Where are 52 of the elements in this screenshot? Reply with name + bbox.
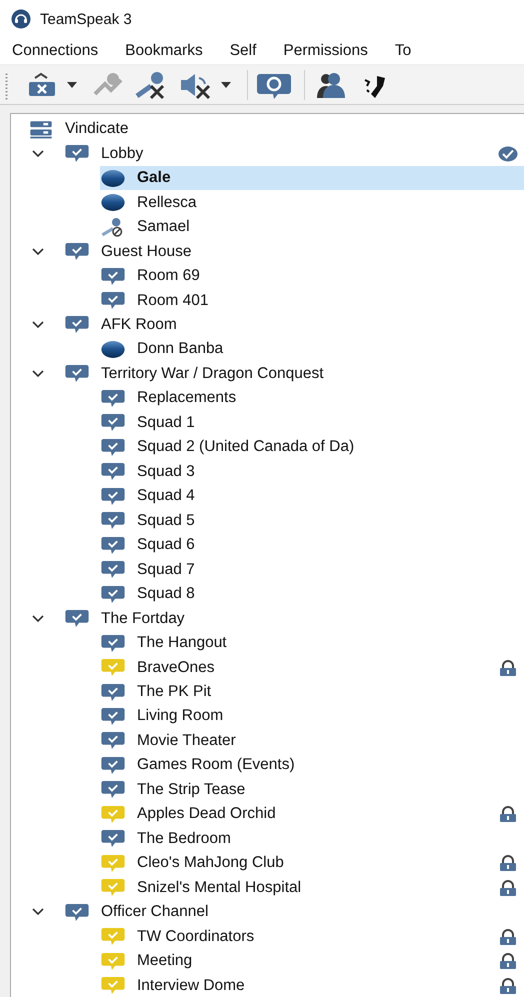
channel-item[interactable]: Replacements xyxy=(100,386,524,411)
chevron-icon[interactable] xyxy=(32,614,44,623)
client-item[interactable]: Gale xyxy=(100,166,524,190)
menu-item[interactable]: Bookmarks xyxy=(125,42,203,60)
channel-item[interactable]: Squad 5 xyxy=(100,508,524,533)
server-item[interactable]: Vindicate xyxy=(28,117,524,142)
channel-item[interactable]: Meeting xyxy=(100,948,524,974)
channel-item[interactable]: Movie Theater xyxy=(100,728,524,754)
channel-item[interactable]: The Fortday xyxy=(64,606,524,631)
chevron-icon[interactable] xyxy=(32,150,44,158)
channel-item[interactable]: Squad 4 xyxy=(100,484,524,508)
channel-item[interactable]: Squad 7 xyxy=(100,557,524,582)
channel-item[interactable]: The Strip Tease xyxy=(100,778,524,802)
channel-item[interactable]: Squad 8 xyxy=(100,582,524,606)
channel-item[interactable]: AFK Room xyxy=(64,312,524,338)
client-item[interactable]: Donn Banba xyxy=(100,337,524,362)
channel-item[interactable]: Room 69 xyxy=(100,264,524,288)
caret-icon[interactable] xyxy=(67,82,77,88)
channel-item[interactable]: BraveOnes xyxy=(100,655,524,680)
channel-item[interactable]: Apples Dead Orchid xyxy=(100,802,524,827)
window-title: TeamSpeak 3 xyxy=(40,10,132,28)
channel-item[interactable]: The Bedroom xyxy=(100,826,524,852)
menu-item[interactable]: To xyxy=(394,42,412,60)
channel-item[interactable]: Officer Channel xyxy=(64,900,524,924)
menu-item[interactable]: Self xyxy=(230,42,256,60)
channel-item[interactable]: Cleo's MahJong Club xyxy=(100,851,524,876)
menu-item[interactable]: Permissions xyxy=(283,42,368,60)
channel-item[interactable]: Squad 3 xyxy=(100,460,524,484)
server-icon xyxy=(28,120,54,139)
channel-item[interactable]: Snizel's Mental Hospital xyxy=(100,876,524,900)
client-item[interactable]: Rellesca xyxy=(100,190,524,215)
channel-item[interactable]: Guest House xyxy=(64,239,524,264)
channel-item[interactable]: TW Coordinators xyxy=(100,924,524,949)
chevron-icon[interactable] xyxy=(32,370,44,378)
channel-item[interactable]: Squad 1 xyxy=(100,410,524,436)
app-logo-icon xyxy=(11,9,31,29)
client-item[interactable]: Samael xyxy=(100,214,524,240)
menu-item[interactable]: Connections xyxy=(12,42,98,60)
channel-item[interactable]: The Hangout xyxy=(100,630,524,656)
channel-item[interactable]: Territory War / Dragon Conquest xyxy=(64,362,524,386)
channel-item[interactable]: The PK Pit xyxy=(100,680,524,704)
channel-item[interactable]: Lobby xyxy=(64,141,524,166)
caret-icon[interactable] xyxy=(221,82,231,88)
chevron-icon[interactable] xyxy=(32,248,44,256)
channel-item[interactable]: Squad 6 xyxy=(100,532,524,558)
channel-item[interactable]: Living Room xyxy=(100,704,524,729)
chevron-icon[interactable] xyxy=(32,908,44,916)
channel-item[interactable]: Squad 2 (United Canada of Da) xyxy=(100,435,524,460)
channel-item[interactable]: Interview Dome xyxy=(100,973,524,997)
chevron-icon[interactable] xyxy=(32,320,44,329)
channel-item[interactable]: Games Room (Events) xyxy=(100,753,524,778)
channel-item[interactable]: Room 401 xyxy=(100,288,524,313)
